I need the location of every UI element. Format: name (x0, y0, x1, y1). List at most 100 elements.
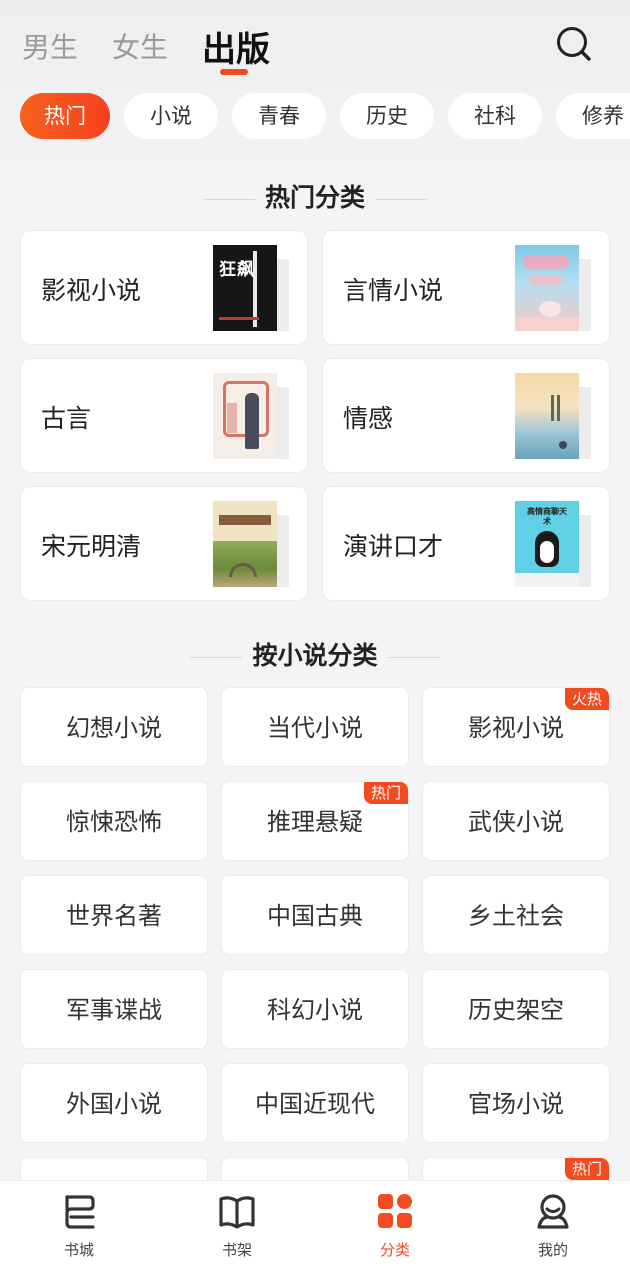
hot-section-title-text: 热门分类 (264, 183, 365, 212)
cover-decoration (523, 255, 569, 269)
book-cover-stack (515, 373, 595, 459)
nav-label: 分类 (379, 1241, 410, 1259)
category-label: 惊悚恐怖 (66, 808, 162, 836)
hot-card-song-yuan-ming-qing[interactable]: 宋元明清 (20, 486, 308, 601)
category-label: 推理悬疑 (267, 808, 363, 836)
cover-decoration (540, 541, 554, 563)
nav-bookshelf[interactable]: 书架 (158, 1181, 316, 1280)
divider (387, 656, 440, 658)
chip-hot[interactable]: 热门 (20, 93, 110, 139)
novel-section-title: 按小说分类 (0, 636, 630, 672)
category-label: 影视小说 (468, 714, 564, 742)
bookshelf-icon (219, 1196, 255, 1229)
hot-badge: 火热 (564, 688, 609, 710)
book-cover: 狂飙 (213, 245, 277, 331)
bookstore-icon (65, 1195, 95, 1229)
cover-decoration (559, 441, 567, 449)
book-cover-stack (515, 245, 595, 331)
book-cover (213, 501, 277, 587)
category-label: 中国古典 (267, 902, 363, 930)
hot-card-label: 言情小说 (343, 276, 444, 305)
hot-card-emotion[interactable]: 情感 (322, 358, 610, 473)
hot-badge: 热门 (564, 1158, 609, 1180)
chip-novel[interactable]: 小说 (124, 93, 218, 139)
category-label: 历史架空 (468, 996, 564, 1024)
cover-decoration (529, 275, 563, 285)
category-label: 军事谍战 (66, 996, 162, 1024)
hot-card-romance[interactable]: 言情小说 (322, 230, 610, 345)
category-fantasy[interactable]: 幻想小说 (20, 687, 208, 767)
category-foreign-novel[interactable]: 外国小说 (20, 1063, 208, 1143)
cover-decoration (219, 515, 271, 525)
book-cover-stack: 狂飙 (213, 245, 293, 331)
chip-self-cultivation[interactable]: 修养 (556, 93, 630, 139)
hot-section-title: 热门分类 (0, 178, 630, 214)
category-label: 外国小说 (66, 1090, 162, 1118)
category-label: 幻想小说 (66, 714, 162, 742)
category-mystery[interactable]: 推理悬疑 热门 (221, 781, 409, 861)
category-thriller-horror[interactable]: 惊悚恐怖 (20, 781, 208, 861)
cover-decoration (219, 317, 259, 320)
book-cover-stack (213, 501, 293, 587)
book-cover-stack (213, 373, 293, 459)
hot-card-ancient-romance[interactable]: 古言 (20, 358, 308, 473)
cover-decoration (227, 403, 237, 433)
hot-card-label: 演讲口才 (343, 532, 444, 561)
chip-history[interactable]: 历史 (340, 93, 434, 139)
nav-category[interactable]: 分类 (316, 1181, 474, 1280)
category-contemporary[interactable]: 当代小说 (221, 687, 409, 767)
nav-profile[interactable]: 我的 (474, 1181, 630, 1280)
book-cover (213, 373, 277, 459)
category-modern-china[interactable]: 中国近现代 (221, 1063, 409, 1143)
book-cover-title: 狂飙 (219, 260, 255, 280)
category-chinese-classics[interactable]: 中国古典 (221, 875, 409, 955)
hot-badge: 热门 (363, 782, 408, 804)
category-wuxia[interactable]: 武侠小说 (422, 781, 610, 861)
nav-bookstore[interactable]: 书城 (0, 1181, 158, 1280)
category-chip-bar[interactable]: 热门 小说 青春 历史 社科 修养 (20, 93, 630, 139)
category-label: 官场小说 (468, 1090, 564, 1118)
hot-card-speech-eloquence[interactable]: 演讲口才 高情商聊天术 (322, 486, 610, 601)
nav-label: 书架 (221, 1241, 252, 1259)
category-military-espionage[interactable]: 军事谍战 (20, 969, 208, 1049)
cover-decoration (245, 393, 259, 449)
hot-card-film-novel[interactable]: 影视小说 狂飙 (20, 230, 308, 345)
divider (375, 198, 427, 200)
novel-section-title-text: 按小说分类 (252, 641, 378, 670)
category-icon (378, 1194, 412, 1228)
header: 男生 女生 出版 (0, 0, 630, 90)
tab-male[interactable]: 男生 (22, 26, 78, 66)
category-film-novel[interactable]: 影视小说 火热 (422, 687, 610, 767)
book-cover: 高情商聊天术 (515, 501, 579, 587)
search-button[interactable] (552, 22, 596, 66)
book-cover (515, 373, 579, 459)
category-label: 科幻小说 (267, 996, 363, 1024)
active-tab-indicator (220, 69, 248, 75)
cover-decoration (557, 395, 560, 421)
category-sci-fi[interactable]: 科幻小说 (221, 969, 409, 1049)
category-world-classics[interactable]: 世界名著 (20, 875, 208, 955)
tab-female[interactable]: 女生 (112, 26, 168, 66)
category-label: 当代小说 (267, 714, 363, 742)
category-label: 世界名著 (66, 902, 162, 930)
search-icon (557, 27, 591, 61)
category-officialdom[interactable]: 官场小说 (422, 1063, 610, 1143)
chip-youth[interactable]: 青春 (232, 93, 326, 139)
category-rural-society[interactable]: 乡土社会 (422, 875, 610, 955)
category-label: 中国近现代 (255, 1090, 375, 1118)
book-cover (515, 245, 579, 331)
book-cover-stack: 高情商聊天术 (515, 501, 595, 587)
cover-decoration (515, 317, 579, 331)
cover-decoration (515, 573, 579, 587)
tab-publish[interactable]: 出版 (202, 22, 270, 71)
cover-decoration (253, 251, 257, 327)
nav-label: 书城 (63, 1241, 94, 1259)
category-label: 乡土社会 (468, 902, 564, 930)
hot-card-label: 情感 (343, 404, 394, 433)
chip-social-science[interactable]: 社科 (448, 93, 542, 139)
cover-decoration (551, 395, 554, 421)
hot-card-label: 宋元明清 (41, 532, 142, 561)
divider (190, 656, 243, 658)
category-label: 武侠小说 (468, 808, 564, 836)
category-alternate-history[interactable]: 历史架空 (422, 969, 610, 1049)
